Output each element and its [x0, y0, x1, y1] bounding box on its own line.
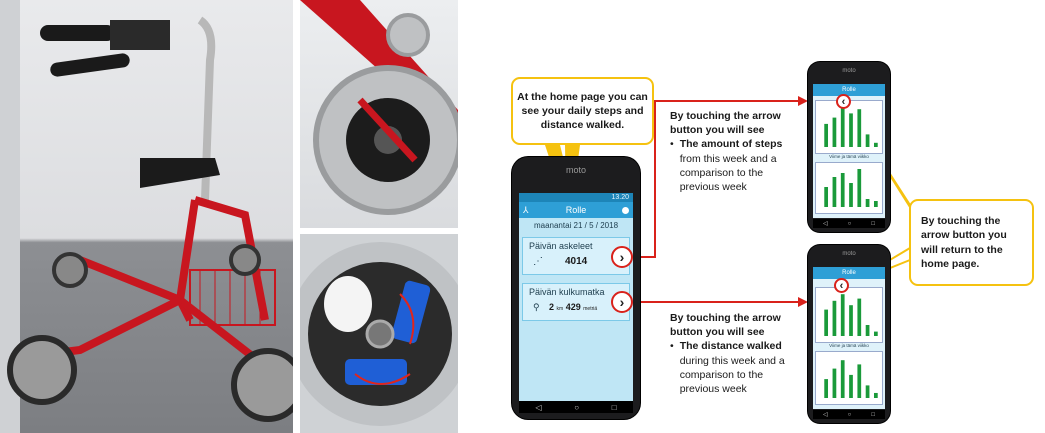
main-phone: moto 13.20 ⅄ Rolle maanantai 21 / 5 / 20… — [512, 157, 640, 419]
week-label: Viime ja tämä viikko — [829, 343, 869, 348]
chart-bar — [840, 107, 845, 147]
steps-prev-week-chart — [815, 162, 883, 214]
nav-home-icon[interactable]: ○ — [574, 403, 579, 412]
app-logo-icon: ⅄ — [523, 204, 529, 215]
nav-bar: ◁ ○ □ — [813, 410, 885, 419]
chart-bar — [824, 187, 829, 207]
distance-back-button[interactable]: ‹ — [834, 278, 849, 293]
steps-arrow-button[interactable]: › — [611, 246, 633, 268]
phone-brand: moto — [842, 68, 856, 74]
chart-bar — [857, 298, 862, 336]
bullet-dot: • — [670, 138, 674, 151]
status-bar: 13.20 — [519, 193, 633, 202]
nav-bar: ◁ ○ □ — [519, 401, 633, 413]
steps-value: 4014 — [565, 256, 588, 267]
nav-back-icon[interactable]: ◁ — [823, 220, 828, 227]
route-icon: ⚲ — [533, 302, 540, 312]
steps-note-intro: By touching the arrow button you will se… — [670, 110, 781, 137]
nav-back-icon[interactable]: ◁ — [823, 411, 828, 418]
phone-brand: moto — [842, 251, 856, 257]
distance-note-bold: The distance walked — [679, 340, 782, 353]
distance-m-value: 429 — [565, 302, 581, 312]
chart-bar — [840, 294, 845, 336]
chart-bar — [840, 360, 845, 398]
phone-brand: moto — [565, 165, 586, 175]
steps-arrowhead — [798, 96, 808, 106]
chart-bar — [849, 183, 853, 207]
steps-note-rest: from this week and a comparison to the p… — [679, 152, 777, 193]
distance-m-unit: metriä — [583, 306, 598, 312]
nav-home-icon[interactable]: ○ — [848, 221, 852, 227]
steps-note: By touching the arrow button you will se… — [670, 109, 798, 194]
chart-bar — [824, 309, 829, 336]
chart-bar — [865, 134, 870, 147]
nav-recents-icon[interactable]: □ — [612, 403, 617, 412]
chart-bar — [832, 368, 837, 398]
chart-bar — [873, 201, 878, 207]
chart-bar — [873, 142, 878, 147]
distance-prev-week-chart — [815, 351, 883, 405]
steps-note-bullet: • The amount of steps from this week and… — [670, 137, 798, 194]
app-bar: ⅄ Rolle — [519, 202, 633, 218]
chart-bar — [840, 173, 845, 207]
app-bar: Rolle — [813, 84, 885, 96]
app-title: Rolle — [565, 205, 587, 215]
distance-note-intro: By touching the arrow button you will se… — [670, 312, 781, 339]
footsteps-icon: ⋰ — [533, 256, 543, 267]
chart-bar — [832, 300, 837, 336]
week-label: Viime ja tämä viikko — [829, 154, 869, 159]
home-callout: At the home page you can see your daily … — [511, 77, 654, 145]
nav-back-icon[interactable]: ◁ — [535, 403, 541, 412]
chart-bar — [857, 169, 862, 207]
status-time: 13.20 — [611, 194, 629, 201]
steps-this-week-bars — [824, 107, 878, 147]
distance-note-rest: during this week and a comparison to the… — [679, 354, 785, 395]
app-bar: Rolle — [813, 267, 885, 279]
distance-arrow-button[interactable]: › — [611, 291, 633, 313]
date-label: maanantai 21 / 5 / 2018 — [533, 221, 619, 230]
steps-card-title: Päivän askeleet — [529, 241, 593, 251]
nav-bar: ◁ ○ □ — [813, 219, 885, 228]
distance-value: 2 km 429 metriä — [549, 302, 597, 312]
chart-bar — [865, 325, 870, 336]
chart-bar — [832, 177, 837, 207]
chart-bar — [824, 379, 829, 398]
chart-bar — [865, 385, 870, 398]
app-title: Rolle — [842, 87, 856, 93]
chart-bar — [873, 392, 878, 398]
distance-card-title: Päivän kulkumatka — [529, 287, 605, 297]
chart-bar — [857, 109, 862, 147]
nav-home-icon[interactable]: ○ — [848, 412, 852, 418]
chart-bar — [849, 374, 853, 398]
bullet-dot: • — [670, 340, 674, 353]
app-title: Rolle — [842, 270, 856, 276]
distance-this-week-chart — [815, 287, 883, 343]
distance-screen: Rolle Viime ja tämä viikko — [813, 267, 885, 409]
settings-icon[interactable] — [622, 206, 629, 214]
nav-recents-icon[interactable]: □ — [871, 412, 875, 418]
distance-note: By touching the arrow button you will se… — [670, 311, 800, 396]
distance-note-bullet: • The distance walked during this week a… — [670, 339, 800, 396]
return-callout: By touching the arrow button you will re… — [909, 199, 1034, 286]
distance-this-week-bars — [824, 294, 878, 336]
chart-bar — [824, 123, 829, 147]
distance-prev-week-bars — [824, 360, 878, 398]
chart-bar — [832, 117, 837, 147]
chart-bar — [865, 199, 870, 207]
distance-phone: moto Rolle Viime ja tämä viikko ◁ ○ □ — [808, 245, 890, 423]
chart-bar — [873, 331, 878, 336]
steps-this-week-chart — [815, 100, 883, 154]
distance-km-unit: km — [556, 306, 564, 312]
steps-phone: moto Rolle Viime ja tämä viikko ◁ ○ □ — [808, 62, 890, 232]
chart-bar — [857, 364, 862, 398]
steps-note-bold: The amount of steps — [679, 138, 783, 151]
chart-bar — [849, 113, 853, 147]
nav-recents-icon[interactable]: □ — [871, 221, 875, 227]
distance-arrowhead — [798, 297, 808, 307]
steps-prev-week-bars — [824, 169, 878, 207]
distance-km-value: 2 — [549, 302, 555, 312]
steps-back-button[interactable]: ‹ — [836, 94, 851, 109]
chart-bar — [849, 305, 853, 336]
